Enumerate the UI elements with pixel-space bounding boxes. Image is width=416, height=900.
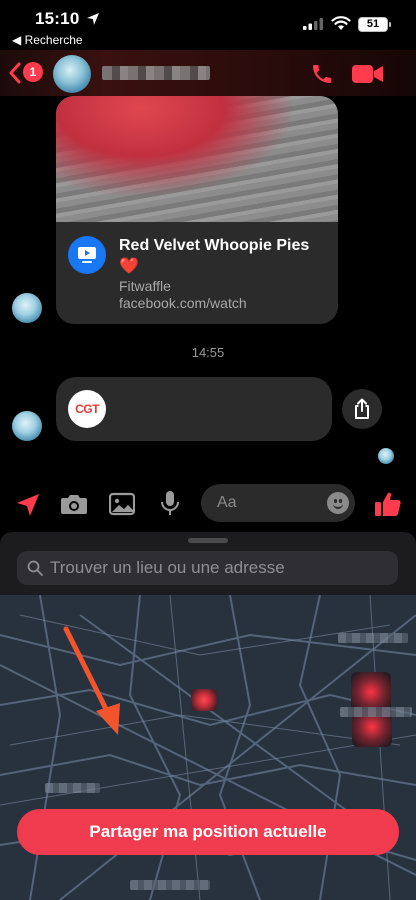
gallery-icon[interactable] — [109, 492, 135, 516]
share-button[interactable] — [342, 389, 382, 429]
location-search-placeholder: Trouver un lieu ou une adresse — [50, 558, 285, 577]
map-label-blurred — [45, 783, 100, 793]
heart-emoji: ❤️ — [119, 258, 139, 275]
facebook-watch-icon — [68, 236, 106, 274]
map-label-blurred — [130, 880, 210, 890]
card-title: Red Velvet Whoopie Pies — [119, 237, 310, 254]
phone-call-icon[interactable] — [310, 62, 334, 86]
map-label-blurred — [338, 633, 408, 643]
map-label-blurred — [340, 707, 412, 717]
wifi-icon — [331, 16, 351, 30]
message-composer: Aa — [0, 478, 416, 530]
shared-link-bubble[interactable]: CGT — [56, 377, 332, 441]
back-to-app-link[interactable]: ◀ Recherche — [12, 33, 83, 47]
status-bar: 15:10 ◀ Recherche 51 — [0, 0, 416, 50]
sender-avatar[interactable] — [12, 411, 42, 441]
emoji-icon[interactable] — [327, 492, 349, 514]
conversation-header: 1 — [0, 50, 416, 96]
status-time: 15:10 — [35, 9, 80, 28]
sheet-grabber[interactable] — [188, 538, 228, 543]
shared-video-card[interactable]: Red Velvet Whoopie Pies ❤️ Fitwaffle fac… — [56, 96, 338, 324]
annotation-arrow-icon — [63, 626, 120, 735]
map-pin[interactable] — [351, 672, 391, 712]
video-thumbnail[interactable] — [56, 96, 338, 222]
unread-count-badge: 1 — [23, 62, 43, 82]
video-call-icon[interactable] — [352, 64, 384, 84]
contact-name-blurred[interactable] — [102, 66, 210, 80]
message-timestamp: 14:55 — [191, 345, 225, 360]
cgt-logo: CGT — [68, 390, 106, 428]
map-pin[interactable] — [191, 689, 217, 711]
cellular-signal-icon — [303, 18, 323, 30]
message-placeholder: Aa — [217, 494, 237, 511]
share-current-location-button[interactable]: Partager ma position actuelle — [17, 809, 399, 855]
thumbs-up-icon[interactable] — [374, 490, 402, 518]
sender-avatar[interactable] — [12, 293, 42, 323]
location-search-input[interactable]: Trouver un lieu ou une adresse — [17, 551, 398, 585]
contact-avatar[interactable] — [53, 55, 91, 93]
search-icon — [27, 560, 43, 576]
message-input[interactable]: Aa — [201, 484, 355, 522]
share-icon — [355, 398, 369, 419]
card-domain: facebook.com/watch — [119, 295, 247, 311]
location-arrow-icon — [87, 13, 99, 25]
back-chevron-icon[interactable] — [8, 62, 22, 84]
seen-receipt-avatar — [378, 448, 394, 464]
camera-icon[interactable] — [60, 493, 88, 515]
card-source: Fitwaffle — [119, 278, 171, 294]
microphone-icon[interactable] — [160, 490, 180, 516]
location-send-icon[interactable] — [15, 492, 41, 518]
battery-indicator: 51 — [358, 17, 391, 32]
